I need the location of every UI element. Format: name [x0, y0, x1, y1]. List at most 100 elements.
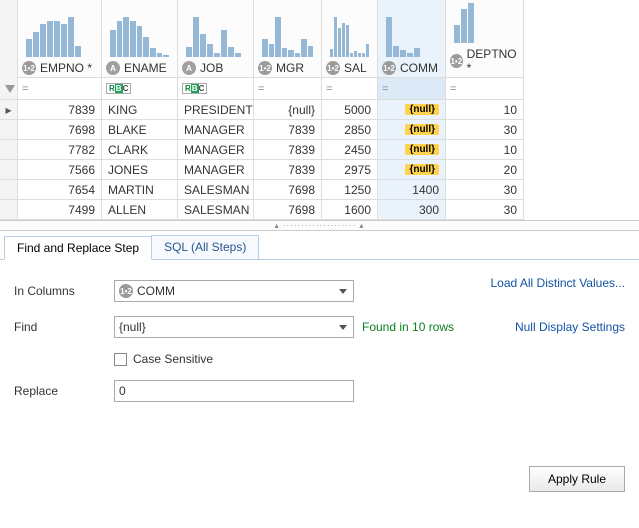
cell-empno[interactable]: 7839 [18, 100, 102, 120]
cell-sal[interactable]: 2450 [322, 140, 378, 160]
case-sensitive-checkbox[interactable] [114, 353, 127, 366]
histogram-comm [382, 13, 441, 57]
cell-mgr[interactable]: 7839 [254, 160, 322, 180]
cell-ename[interactable]: MARTIN [102, 180, 178, 200]
cell-deptno[interactable]: 30 [446, 180, 524, 200]
grid-splitter-handle[interactable]: ▴ ···················· ▴ [0, 220, 639, 230]
column-header-deptno[interactable]: 1•2DEPTNO * [446, 0, 524, 78]
table-row[interactable]: 7499ALLENSALESMAN7698160030030 [0, 200, 639, 220]
table-row[interactable]: ▸7839KINGPRESIDENT{null}5000{null}10 [0, 100, 639, 120]
column-label: EMPNO * [40, 61, 92, 75]
table-row[interactable]: 7782CLARKMANAGER78392450{null}10 [0, 140, 639, 160]
cell-empno[interactable]: 7782 [18, 140, 102, 160]
tab-sql-all-steps[interactable]: SQL (All Steps) [151, 235, 259, 259]
cell-mgr[interactable]: 7698 [254, 200, 322, 220]
row-handle[interactable] [0, 120, 18, 140]
in-columns-select[interactable]: 1•2 COMM [114, 280, 354, 302]
find-input[interactable]: {null} [114, 316, 354, 338]
cell-comm[interactable]: {null} [378, 100, 446, 120]
table-row[interactable]: 7698BLAKEMANAGER78392850{null}30 [0, 120, 639, 140]
row-handle[interactable] [0, 180, 18, 200]
row-handle[interactable]: ▸ [0, 100, 18, 120]
tab-find-replace[interactable]: Find and Replace Step [4, 236, 152, 260]
row-handle[interactable] [0, 200, 18, 220]
cell-mgr[interactable]: 7839 [254, 140, 322, 160]
column-header-ename[interactable]: AENAME [102, 0, 178, 78]
select-all-handle[interactable] [0, 0, 18, 78]
in-columns-value: COMM [137, 284, 175, 298]
row-handle[interactable] [0, 140, 18, 160]
number-type-icon: 1•2 [258, 61, 272, 75]
column-header-empno[interactable]: 1•2 EMPNO * [18, 0, 102, 78]
cell-job[interactable]: SALESMAN [178, 200, 254, 220]
cell-deptno[interactable]: 20 [446, 160, 524, 180]
number-type-icon: 1•2 [450, 54, 463, 68]
column-label: COMM [400, 61, 438, 75]
filter-cell-ename[interactable]: RBC [102, 78, 178, 100]
cell-ename[interactable]: CLARK [102, 140, 178, 160]
filter-cell-job[interactable]: RBC [178, 78, 254, 100]
column-header-sal[interactable]: 1•2SAL [322, 0, 378, 78]
cell-empno[interactable]: 7499 [18, 200, 102, 220]
apply-rule-button[interactable]: Apply Rule [529, 466, 625, 492]
cell-sal[interactable]: 1600 [322, 200, 378, 220]
column-header-mgr[interactable]: 1•2MGR [254, 0, 322, 78]
cell-mgr[interactable]: {null} [254, 100, 322, 120]
cell-deptno[interactable]: 10 [446, 100, 524, 120]
cell-job[interactable]: SALESMAN [178, 180, 254, 200]
cell-sal[interactable]: 1250 [322, 180, 378, 200]
chevron-down-icon [339, 289, 347, 294]
table-row[interactable]: 7654MARTINSALESMAN76981250140030 [0, 180, 639, 200]
table-row[interactable]: 7566JONESMANAGER78392975 {null} 20 [0, 160, 639, 180]
label-find: Find [14, 320, 114, 334]
cell-ename[interactable]: ALLEN [102, 200, 178, 220]
cell-empno[interactable]: 7566 [18, 160, 102, 180]
cell-sal[interactable]: 2850 [322, 120, 378, 140]
filter-cell-deptno[interactable]: = [446, 78, 524, 100]
cell-comm[interactable]: {null} [378, 160, 446, 180]
cell-job[interactable]: PRESIDENT [178, 100, 254, 120]
column-header-row: 1•2EMPNO *AENAMEAJOB1•2MGR1•2SAL1•2COMM1… [0, 0, 639, 78]
cell-mgr[interactable]: 7698 [254, 180, 322, 200]
filter-cell-mgr[interactable]: = [254, 78, 322, 100]
null-badge: {null} [405, 164, 439, 175]
cell-job[interactable]: MANAGER [178, 160, 254, 180]
text-filter-icon: RBC [182, 83, 207, 94]
column-header-job[interactable]: AJOB [178, 0, 254, 78]
cell-ename[interactable]: BLAKE [102, 120, 178, 140]
text-filter-icon: RBC [106, 83, 131, 94]
cell-deptno[interactable]: 10 [446, 140, 524, 160]
row-handle[interactable] [0, 160, 18, 180]
filter-funnel-icon[interactable] [0, 78, 18, 100]
cell-empno[interactable]: 7698 [18, 120, 102, 140]
filter-cell-sal[interactable]: = [322, 78, 378, 100]
filter-cell-comm[interactable]: = [378, 78, 446, 100]
cell-deptno[interactable]: 30 [446, 120, 524, 140]
label-case-sensitive: Case Sensitive [133, 352, 213, 366]
cell-empno[interactable]: 7654 [18, 180, 102, 200]
cell-deptno[interactable]: 30 [446, 200, 524, 220]
cell-mgr[interactable]: 7839 [254, 120, 322, 140]
cell-comm[interactable]: {null} [378, 140, 446, 160]
filter-cell-empno[interactable]: = [18, 78, 102, 100]
load-distinct-values-link[interactable]: Load All Distinct Values... [490, 276, 625, 290]
replace-input[interactable]: 0 [114, 380, 354, 402]
cell-sal[interactable]: 5000 [322, 100, 378, 120]
cell-comm[interactable]: {null} [378, 120, 446, 140]
cell-sal[interactable]: 2975 [322, 160, 378, 180]
cell-ename[interactable]: KING [102, 100, 178, 120]
histogram-deptno [450, 1, 519, 43]
null-badge: {null} [405, 104, 439, 115]
cell-comm[interactable]: 1400 [378, 180, 446, 200]
number-type-icon: 1•2 [119, 284, 133, 298]
label-replace: Replace [14, 384, 114, 398]
cell-job[interactable]: MANAGER [178, 140, 254, 160]
column-header-comm[interactable]: 1•2COMM [378, 0, 446, 78]
number-type-icon: 1•2 [22, 61, 36, 75]
cell-ename[interactable]: JONES [102, 160, 178, 180]
histogram-job [182, 13, 249, 57]
filter-row: =RBCRBC==== [0, 78, 639, 100]
cell-job[interactable]: MANAGER [178, 120, 254, 140]
cell-comm[interactable]: 300 [378, 200, 446, 220]
null-display-settings-link[interactable]: Null Display Settings [490, 320, 625, 334]
